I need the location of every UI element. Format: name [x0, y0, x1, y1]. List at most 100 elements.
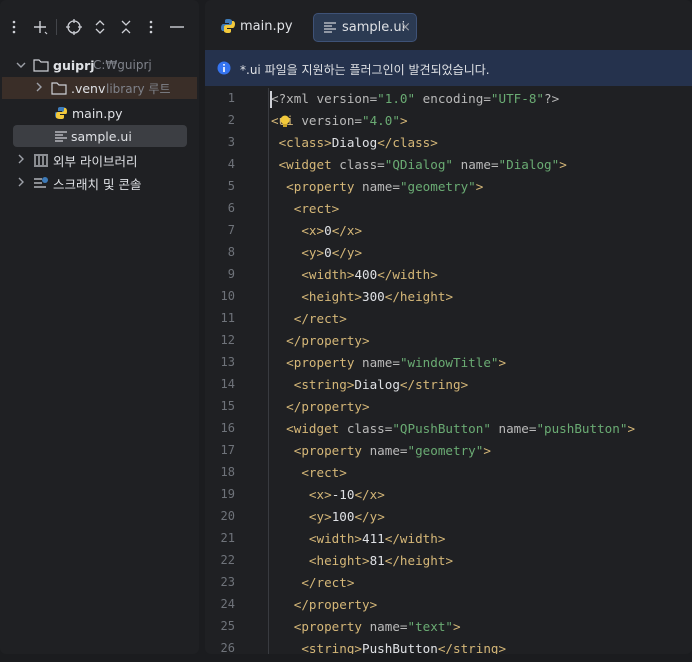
info-icon	[217, 61, 231, 78]
code-line: <property name="text">	[293, 619, 461, 634]
line-number: 26	[220, 641, 235, 654]
plugin-banner: *.ui 파일을 지원하는 플러그인이 발견되었습니다.	[205, 50, 692, 86]
line-number: 13	[220, 355, 235, 369]
code-line: </rect>	[293, 311, 347, 326]
toolbar-divider	[56, 19, 57, 35]
code-line: <width>400</width>	[301, 267, 438, 282]
scratch-icon	[33, 175, 49, 191]
folder-icon	[51, 80, 67, 96]
tree-item-main-py[interactable]: main.py	[0, 102, 199, 124]
code-line: <width>411</width>	[308, 531, 446, 546]
close-icon[interactable]: ×	[400, 20, 411, 35]
code-line: <string>Dialog</string>	[293, 377, 469, 392]
project-panel: guiprj C:₩guiprj .venv library 루트 main.p…	[0, 0, 199, 654]
collapse-all-icon[interactable]	[115, 8, 137, 46]
tab-main-py[interactable]: main.py	[213, 13, 303, 40]
file-sample-ui: sample.ui	[71, 128, 132, 144]
project-toolbar	[0, 8, 199, 46]
more-icon[interactable]	[3, 8, 25, 46]
code-line: </property>	[286, 333, 370, 348]
code-editor[interactable]: 1 <?xml version="1.0" encoding="UTF-8"?> 2…	[205, 88, 692, 654]
tree-item-project[interactable]: guiprj C:₩guiprj	[0, 54, 199, 76]
lightbulb-icon[interactable]	[279, 115, 291, 129]
line-number: 9	[227, 267, 235, 281]
code-line: <y>100</y>	[308, 509, 385, 524]
line-number: 17	[220, 443, 235, 457]
code-line: <x>-10</x>	[308, 487, 385, 502]
line-number: 15	[220, 399, 235, 413]
tree-item-scratches[interactable]: 스크래치 및 콘솔	[0, 172, 199, 194]
code-line: </property>	[286, 399, 370, 414]
code-line: <?xml version="1.0" encoding="UTF-8"?>	[271, 91, 560, 106]
add-icon[interactable]	[29, 8, 51, 46]
tab-label: main.py	[240, 19, 293, 34]
venv-name: .venv	[71, 80, 106, 96]
tree-item-sample-ui[interactable]: sample.ui	[13, 125, 187, 147]
code-line: <class>Dialog</class>	[278, 135, 438, 150]
expand-all-icon[interactable]	[89, 8, 111, 46]
tree-item-venv[interactable]: .venv library 루트	[2, 77, 197, 99]
tab-label: sample.ui	[342, 20, 406, 35]
python-file-icon	[220, 18, 236, 38]
code-line: <y>0</y>	[301, 245, 363, 260]
text-cursor	[270, 91, 272, 108]
external-libraries-label: 외부 라이브러리	[53, 153, 138, 169]
line-number: 7	[227, 223, 235, 237]
minimize-icon[interactable]	[166, 8, 188, 46]
chevron-right-icon[interactable]	[33, 82, 45, 95]
line-number: 4	[227, 157, 235, 171]
code-line: <height>81</height>	[308, 553, 454, 568]
code-line: <x>0</x>	[301, 223, 363, 238]
editor-tabs: main.py sample.ui ×	[205, 8, 692, 46]
line-number: 19	[220, 487, 235, 501]
chevron-right-icon[interactable]	[15, 154, 27, 167]
code-line: <height>300</height>	[301, 289, 454, 304]
line-number: 23	[220, 575, 235, 589]
code-line: <property name="windowTitle">	[286, 355, 507, 370]
line-number: 24	[220, 597, 235, 611]
line-number: 22	[220, 553, 235, 567]
code-line: <widget class="QDialog" name="Dialog">	[278, 157, 567, 172]
line-number: 5	[227, 179, 235, 193]
line-number: 8	[227, 245, 235, 259]
text-file-icon	[323, 21, 337, 37]
code-line: <widget class="QPushButton" name="pushBu…	[286, 421, 636, 436]
code-line: <string>PushButton</string>	[301, 641, 507, 654]
editor-panel: main.py sample.ui × *.ui 파일을 지원하는 플러그인이 …	[205, 0, 692, 654]
scratches-label: 스크래치 및 콘솔	[53, 176, 142, 192]
tree-item-external-libraries[interactable]: 외부 라이브러리	[0, 149, 199, 171]
line-number: 6	[227, 201, 235, 215]
options-icon[interactable]	[140, 8, 162, 46]
line-number: 20	[220, 509, 235, 523]
code-line: <rect>	[301, 465, 347, 480]
line-number: 25	[220, 619, 235, 633]
code-line: <property name="geometry">	[286, 179, 484, 194]
venv-hint: library 루트	[106, 81, 171, 96]
folder-icon	[33, 57, 49, 73]
line-number: 16	[220, 421, 235, 435]
line-number: 2	[227, 113, 235, 127]
code-line: </property>	[293, 597, 378, 612]
code-line: <ui version="4.0">	[271, 113, 408, 128]
project-name: guiprj	[53, 57, 95, 73]
tab-sample-ui[interactable]: sample.ui ×	[313, 13, 417, 42]
code-line: <property name="geometry">	[293, 443, 491, 458]
line-number: 11	[220, 311, 235, 325]
banner-text: *.ui 파일을 지원하는 플러그인이 발견되었습니다.	[240, 63, 490, 77]
code-line: </rect>	[301, 575, 355, 590]
library-icon	[33, 152, 49, 168]
line-number: 10	[220, 289, 235, 303]
line-number: 18	[220, 465, 235, 479]
project-path: C:₩guiprj	[93, 58, 152, 72]
line-number: 1	[227, 91, 235, 105]
line-number: 3	[227, 135, 235, 149]
chevron-right-icon[interactable]	[15, 177, 27, 190]
line-number: 14	[220, 377, 235, 391]
locate-icon[interactable]	[63, 8, 85, 46]
chevron-down-icon[interactable]	[15, 59, 27, 72]
line-number: 21	[220, 531, 235, 545]
line-number: 12	[220, 333, 235, 347]
text-file-icon	[53, 128, 69, 144]
code-line: <rect>	[293, 201, 340, 216]
file-main-py: main.py	[72, 105, 123, 121]
